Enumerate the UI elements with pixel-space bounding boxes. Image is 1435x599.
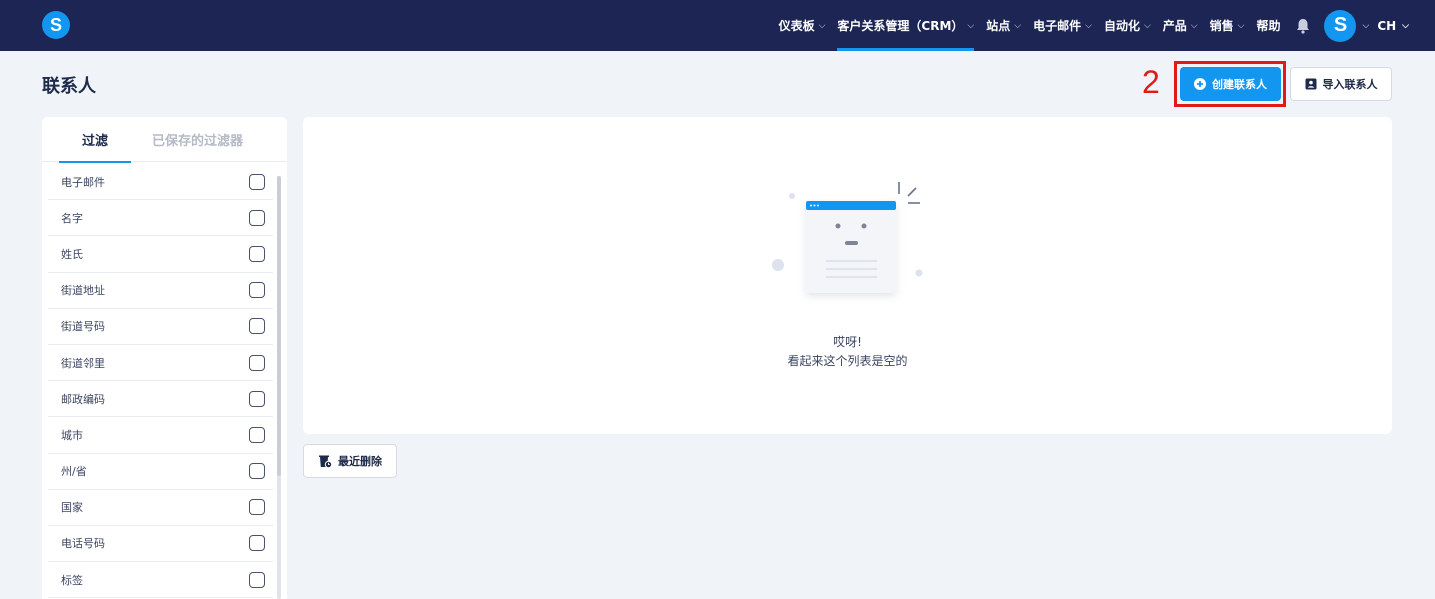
filter-row-city[interactable]: 城市	[48, 417, 273, 454]
import-contacts-label: 导入联系人	[1322, 78, 1378, 91]
recently-deleted-button[interactable]: 最近删除	[303, 444, 397, 478]
filter-tabs: 过滤 已保存的过滤器	[42, 117, 287, 163]
chevron-down-icon: ⌵	[818, 20, 826, 31]
filter-checkbox[interactable]	[249, 318, 265, 335]
tab-filter[interactable]: 过滤	[59, 117, 131, 163]
bell-icon[interactable]	[1296, 18, 1312, 34]
filter-checkbox[interactable]	[249, 209, 265, 226]
chevron-down-icon[interactable]: ⌵	[1362, 21, 1369, 31]
filter-label: 国家	[61, 501, 83, 515]
step-number-annotation: 2	[1142, 64, 1160, 100]
chevron-down-icon: ⌵	[1085, 20, 1092, 31]
filter-checkbox[interactable]	[249, 426, 265, 443]
chevron-down-icon: ⌵	[1237, 20, 1245, 31]
chevron-down-icon: ⌵	[1143, 20, 1151, 31]
nav-products[interactable]: 产品 ⌵	[1163, 0, 1198, 51]
filter-row-street-number[interactable]: 街道号码	[48, 309, 273, 345]
filter-scrollbar[interactable]	[277, 176, 281, 599]
nav-sites[interactable]: 站点 ⌵	[986, 0, 1021, 51]
main-nav: 仪表板 ⌵ 客户关系管理（CRM） ⌵ 站点 ⌵ 电子邮件 ⌵ 自动化 ⌵ 产品 ⌵ 销售 ⌵…	[779, 0, 1435, 51]
filter-row-email[interactable]: 电子邮件	[48, 164, 273, 201]
filter-checkbox[interactable]	[249, 571, 265, 588]
create-contact-label: 创建联系人	[1212, 78, 1267, 91]
filter-label: 电子邮件	[61, 175, 105, 189]
chevron-down-icon: ⌵	[1402, 20, 1409, 31]
filter-field-list: 电子邮件 名字 姓氏 街道地址 街道号码 街道邻里 邮政编码 城市 州/省 国家…	[48, 164, 273, 599]
filter-row-tags[interactable]: 标签	[48, 562, 273, 599]
contact-card-icon	[1305, 78, 1316, 90]
nav-help[interactable]: 帮助	[1256, 0, 1280, 51]
filter-checkbox[interactable]	[249, 245, 265, 262]
empty-state-title: 哎呀!	[833, 335, 862, 349]
filter-label: 姓氏	[61, 247, 83, 261]
filter-label: 州/省	[61, 465, 87, 479]
plus-circle-icon	[1194, 78, 1206, 90]
chevron-down-icon: ⌵	[1190, 20, 1198, 31]
filter-label: 邮政编码	[61, 392, 105, 406]
filter-row-country[interactable]: 国家	[48, 490, 273, 526]
filter-label: 名字	[61, 211, 83, 225]
filter-row-street-address[interactable]: 街道地址	[48, 273, 273, 309]
nav-automation[interactable]: 自动化 ⌵	[1104, 0, 1151, 51]
page-title: 联系人	[42, 76, 96, 97]
nav-crm[interactable]: 客户关系管理（CRM） ⌵	[837, 0, 974, 51]
trash-restore-icon	[319, 455, 332, 468]
filter-row-state[interactable]: 州/省	[48, 454, 273, 490]
filter-label: 街道地址	[61, 284, 105, 298]
filter-row-phone[interactable]: 电话号码	[48, 526, 273, 563]
chevron-down-icon: ⌵	[1014, 20, 1022, 31]
import-contacts-button[interactable]: 导入联系人	[1290, 67, 1392, 101]
nav-sales[interactable]: 销售 ⌵	[1210, 0, 1245, 51]
filter-label: 城市	[61, 428, 83, 442]
filter-checkbox[interactable]	[249, 354, 265, 371]
empty-list-illustration	[772, 182, 923, 293]
recently-deleted-label: 最近删除	[338, 455, 382, 468]
create-contact-button[interactable]: 创建联系人	[1180, 67, 1281, 101]
contacts-list-card: 哎呀! 看起来这个列表是空的	[303, 117, 1392, 434]
filter-checkbox[interactable]	[249, 282, 265, 299]
filter-row-last-name[interactable]: 姓氏	[48, 236, 273, 273]
filter-label: 街道邻里	[61, 356, 105, 370]
filter-panel: 过滤 已保存的过滤器 电子邮件 名字 姓氏 街道地址 街道号码 街道邻里 邮政编…	[42, 117, 287, 599]
filter-checkbox[interactable]	[249, 390, 265, 407]
language-selector[interactable]: CH ⌵	[1377, 19, 1409, 33]
filter-checkbox[interactable]	[249, 173, 265, 190]
filter-checkbox[interactable]	[249, 499, 265, 516]
empty-state-subtitle: 看起来这个列表是空的	[787, 354, 908, 368]
chevron-down-icon: ⌵	[967, 20, 975, 31]
filter-label: 标签	[61, 573, 83, 587]
nav-email[interactable]: 电子邮件 ⌵	[1033, 0, 1092, 51]
filter-row-neighborhood[interactable]: 街道邻里	[48, 345, 273, 382]
filter-row-postal-code[interactable]: 邮政编码	[48, 381, 273, 418]
nav-dashboard[interactable]: 仪表板 ⌵	[779, 0, 826, 51]
scrollbar-thumb[interactable]	[277, 176, 281, 476]
app-logo[interactable]: S	[42, 11, 70, 39]
filter-label: 街道号码	[61, 320, 105, 334]
top-navbar: S 仪表板 ⌵ 客户关系管理（CRM） ⌵ 站点 ⌵ 电子邮件 ⌵ 自动化 ⌵ 产品 ⌵ 销…	[0, 0, 1435, 51]
filter-row-first-name[interactable]: 名字	[48, 200, 273, 237]
user-avatar[interactable]: S	[1324, 9, 1357, 42]
filter-checkbox[interactable]	[249, 463, 265, 480]
filter-checkbox[interactable]	[249, 535, 265, 552]
tab-saved-filters[interactable]: 已保存的过滤器	[152, 117, 243, 162]
filter-label: 电话号码	[61, 537, 105, 551]
